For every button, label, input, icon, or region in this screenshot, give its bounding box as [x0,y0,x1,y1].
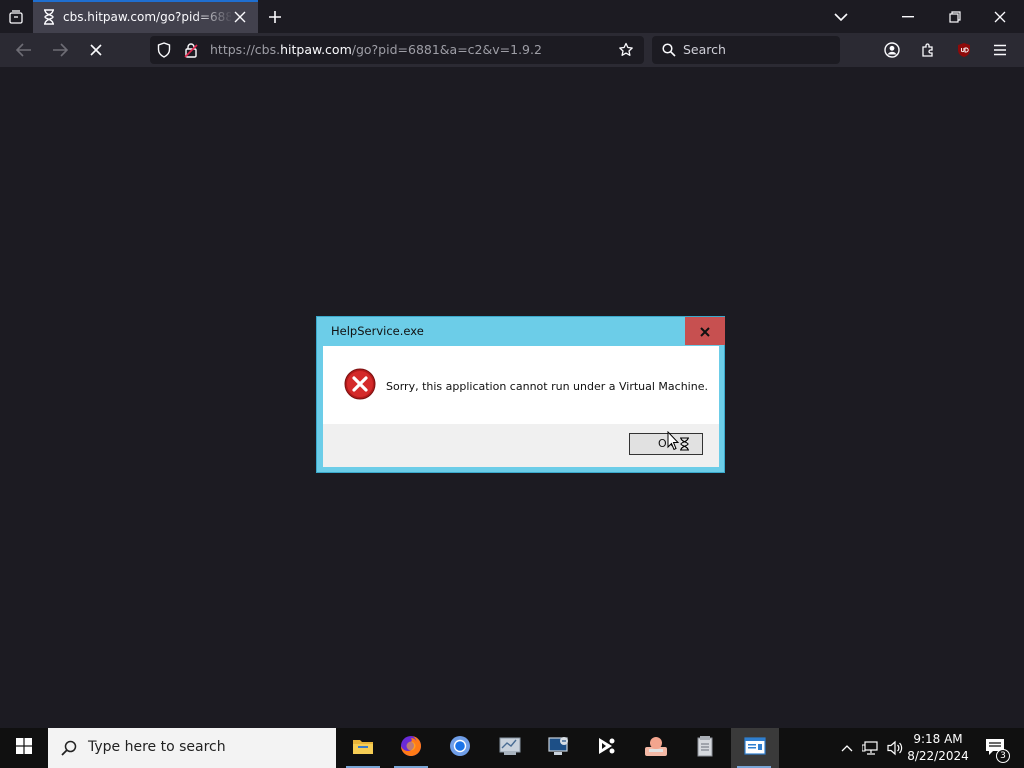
restore-icon[interactable] [943,6,967,28]
hourglass-icon [41,9,57,25]
window-close-icon[interactable] [988,6,1012,28]
taskbar-search-placeholder: Type here to search [88,739,226,755]
dialog-footer: OK [323,424,719,467]
account-icon[interactable] [881,39,903,61]
dialog-message: Sorry, this application cannot run under… [386,380,708,393]
monitor-tool-icon [547,735,571,761]
media-player-icon [596,735,618,761]
window-app-icon [744,737,766,759]
lock-warning-icon[interactable] [182,41,200,59]
taskbar-app-network[interactable] [487,728,533,768]
notification-count-badge: 3 [996,749,1010,763]
search-icon [660,41,678,59]
search-placeholder: Search [683,42,726,57]
clock-date: 8/22/2024 [907,749,969,763]
firefox-icon [400,735,422,761]
error-dialog: HelpService.exe Sorry, this application … [316,316,725,473]
taskbar-file-explorer[interactable] [340,728,386,768]
url-bar[interactable]: https://cbs.hitpaw.com/go?pid=6881&a=c2&… [150,36,644,64]
bookmark-star-icon[interactable] [616,40,636,60]
tab-close-icon[interactable] [231,8,249,26]
folder-icon [352,737,374,759]
taskbar-app-archive[interactable] [682,728,728,768]
busy-cursor-icon [667,430,693,453]
minimize-icon[interactable] [896,6,920,28]
search-bar[interactable]: Search [652,36,840,64]
action-center-button[interactable]: 3 [978,734,1012,764]
archive-icon [695,735,715,761]
network-window-icon [498,736,522,760]
close-icon [700,322,710,341]
tab-active[interactable]: cbs.hitpaw.com/go?pid=6881&a=c2&v=1.9.2 [33,0,258,33]
extensions-icon[interactable] [917,39,939,61]
chromium-icon [449,735,471,761]
taskbar-helpservice[interactable] [731,728,779,768]
windows-logo-icon [16,738,32,758]
taskbar-search-icon [60,739,78,757]
tray-overflow-chevron-icon[interactable] [838,738,856,758]
taskbar-firefox[interactable] [388,728,434,768]
clock-time: 9:18 AM [913,732,963,746]
stop-loading-icon[interactable] [84,39,108,61]
network-icon[interactable] [860,738,882,758]
taskbar-app-person[interactable] [633,728,679,768]
list-all-tabs-chevron-icon[interactable] [830,6,852,28]
start-button[interactable] [0,728,48,768]
shield-icon[interactable] [155,41,173,59]
error-icon [344,368,376,400]
new-tab-icon[interactable] [264,6,286,28]
url-text: https://cbs.hitpaw.com/go?pid=6881&a=c2&… [210,42,542,57]
volume-icon[interactable] [884,738,906,758]
dialog-body: Sorry, this application cannot run under… [323,346,719,467]
taskbar-clock[interactable]: 9:18 AM 8/22/2024 [904,731,972,765]
hamburger-menu-icon[interactable] [989,39,1011,61]
ublock-origin-icon[interactable] [953,39,975,61]
dialog-title: HelpService.exe [331,324,424,338]
taskbar-chrome[interactable] [437,728,483,768]
forward-icon[interactable] [48,39,72,61]
taskbar-app-monitor[interactable] [536,728,582,768]
taskbar-search-box[interactable]: Type here to search [48,728,336,768]
user-app-icon [644,735,668,761]
taskbar-app-media[interactable] [584,728,630,768]
tab-list-icon[interactable] [6,7,26,27]
dialog-close-button[interactable] [685,317,725,345]
back-icon[interactable] [12,39,36,61]
